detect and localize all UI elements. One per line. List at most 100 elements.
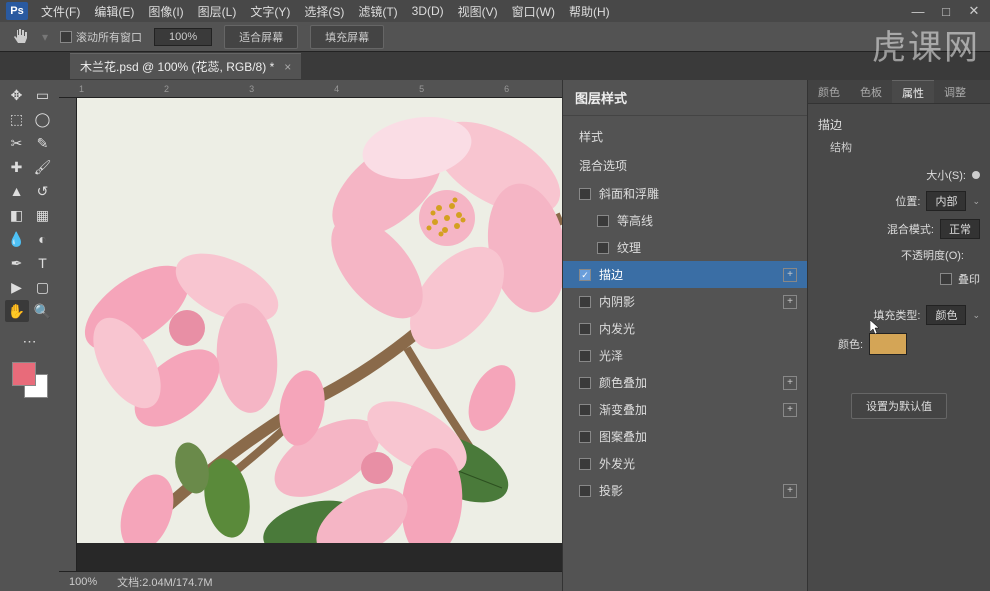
- style-contour[interactable]: 等高线: [563, 207, 807, 234]
- ruler-vertical[interactable]: [59, 98, 77, 571]
- checkbox-icon[interactable]: [597, 242, 609, 254]
- size-slider[interactable]: [972, 171, 980, 179]
- shape-tool[interactable]: ▢: [31, 276, 55, 298]
- pen-tool[interactable]: ✒: [5, 252, 29, 274]
- stroke-color-swatch[interactable]: [869, 333, 907, 355]
- gradient-tool[interactable]: ▦: [31, 204, 55, 226]
- eyedropper-tool[interactable]: ✎: [31, 132, 55, 154]
- style-satin[interactable]: 光泽: [563, 342, 807, 369]
- zoom-tool[interactable]: 🔍: [31, 300, 55, 322]
- menu-help[interactable]: 帮助(H): [562, 1, 617, 22]
- scroll-all-checkbox[interactable]: 滚动所有窗口: [60, 29, 142, 45]
- default-button[interactable]: 设置为默认值: [851, 393, 947, 419]
- styles-header[interactable]: 样式: [563, 122, 807, 151]
- fill-type-row: 填充类型: 颜色 ⌄: [818, 305, 980, 325]
- healing-tool[interactable]: ✚: [5, 156, 29, 178]
- color-row: 颜色:: [818, 333, 980, 355]
- menu-image[interactable]: 图像(I): [141, 1, 190, 22]
- tab-properties[interactable]: 属性: [892, 80, 934, 103]
- canvas[interactable]: [77, 98, 562, 571]
- checkbox-icon[interactable]: [579, 350, 591, 362]
- lasso-tool[interactable]: ◯: [31, 108, 55, 130]
- artboard-tool[interactable]: ▭: [31, 84, 55, 106]
- blend-label: 混合模式:: [887, 221, 934, 237]
- marquee-tool[interactable]: ⬚: [5, 108, 29, 130]
- add-effect-icon[interactable]: +: [783, 268, 797, 282]
- ruler-horizontal[interactable]: 1 2 3 4 5 6: [59, 80, 562, 98]
- dodge-tool[interactable]: ◐: [31, 228, 55, 250]
- add-effect-icon[interactable]: +: [783, 484, 797, 498]
- type-tool[interactable]: T: [31, 252, 55, 274]
- menu-filter[interactable]: 滤镜(T): [351, 1, 404, 22]
- style-outer-glow[interactable]: 外发光: [563, 450, 807, 477]
- style-gradient-overlay[interactable]: 渐变叠加+: [563, 396, 807, 423]
- doc-tab[interactable]: 木兰花.psd @ 100% (花蕊, RGB/8) * ×: [70, 53, 301, 79]
- ruler-tick: 3: [249, 84, 254, 94]
- tab-adjust[interactable]: 调整: [934, 80, 976, 103]
- style-bevel[interactable]: 斜面和浮雕: [563, 180, 807, 207]
- checkbox-icon[interactable]: [597, 215, 609, 227]
- menu-3d[interactable]: 3D(D): [405, 2, 451, 20]
- menu-edit[interactable]: 编辑(E): [87, 1, 141, 22]
- fill-screen-button[interactable]: 填充屏幕: [310, 25, 384, 49]
- status-zoom[interactable]: 100%: [69, 576, 97, 588]
- hand-tool[interactable]: ✋: [5, 300, 29, 322]
- eraser-tool[interactable]: ◧: [5, 204, 29, 226]
- history-brush-tool[interactable]: ↺: [31, 180, 55, 202]
- chevron-down-icon: ⌄: [972, 196, 980, 207]
- checkbox-icon[interactable]: [579, 269, 591, 281]
- add-effect-icon[interactable]: +: [783, 295, 797, 309]
- color-swatches[interactable]: [12, 362, 48, 398]
- blend-dropdown[interactable]: 正常: [940, 219, 980, 239]
- menu-select[interactable]: 选择(S): [297, 1, 351, 22]
- fill-type-dropdown[interactable]: 颜色: [926, 305, 966, 325]
- style-pattern-overlay[interactable]: 图案叠加: [563, 423, 807, 450]
- edit-toolbar[interactable]: ⋯: [18, 330, 42, 352]
- menu-type[interactable]: 文字(Y): [243, 1, 297, 22]
- menu-file[interactable]: 文件(F): [34, 1, 87, 22]
- add-effect-icon[interactable]: +: [783, 403, 797, 417]
- style-inner-shadow[interactable]: 内阴影+: [563, 288, 807, 315]
- path-select-tool[interactable]: ▶: [5, 276, 29, 298]
- document-tabs: 木兰花.psd @ 100% (花蕊, RGB/8) * ×: [0, 52, 990, 80]
- tab-swatches[interactable]: 色板: [850, 80, 892, 103]
- size-label: 大小(S):: [926, 167, 966, 183]
- tab-close-icon[interactable]: ×: [284, 60, 291, 74]
- menu-view[interactable]: 视图(V): [451, 1, 505, 22]
- style-label: 描边: [599, 266, 623, 283]
- style-color-overlay[interactable]: 颜色叠加+: [563, 369, 807, 396]
- add-effect-icon[interactable]: +: [783, 376, 797, 390]
- style-drop-shadow[interactable]: 投影+: [563, 477, 807, 504]
- style-inner-glow[interactable]: 内发光: [563, 315, 807, 342]
- blend-header[interactable]: 混合选项: [563, 151, 807, 180]
- fg-swatch[interactable]: [12, 362, 36, 386]
- checkbox-icon[interactable]: [579, 296, 591, 308]
- tab-color[interactable]: 颜色: [808, 80, 850, 103]
- menu-window[interactable]: 窗口(W): [505, 1, 562, 22]
- minimize-icon[interactable]: —: [908, 4, 928, 18]
- checkbox-icon[interactable]: [579, 431, 591, 443]
- style-stroke[interactable]: 描边 +: [563, 261, 807, 288]
- blur-tool[interactable]: 💧: [5, 228, 29, 250]
- zoom-field[interactable]: 100%: [154, 28, 212, 46]
- move-tool[interactable]: ✥: [5, 84, 29, 106]
- fit-screen-button[interactable]: 适合屏幕: [224, 25, 298, 49]
- style-list: 样式 混合选项 斜面和浮雕 等高线 纹理 描边 + 内阴影+ 内发光 光泽 颜色叠…: [563, 116, 807, 510]
- crop-tool[interactable]: ✂: [5, 132, 29, 154]
- properties-panel: 颜色 色板 属性 调整 描边 结构 大小(S): 位置: 内部 ⌄ 混合模式:: [807, 80, 990, 591]
- checkbox-icon[interactable]: [579, 404, 591, 416]
- checkbox-icon[interactable]: [579, 188, 591, 200]
- menu-layer[interactable]: 图层(L): [191, 1, 244, 22]
- ruler-tick: 5: [419, 84, 424, 94]
- overprint-checkbox[interactable]: [940, 273, 952, 285]
- checkbox-icon[interactable]: [579, 485, 591, 497]
- close-icon[interactable]: ✕: [964, 4, 984, 18]
- brush-tool[interactable]: 🖌: [31, 156, 55, 178]
- stamp-tool[interactable]: ▲: [5, 180, 29, 202]
- style-texture[interactable]: 纹理: [563, 234, 807, 261]
- position-dropdown[interactable]: 内部: [926, 191, 966, 211]
- checkbox-icon[interactable]: [579, 377, 591, 389]
- maximize-icon[interactable]: □: [936, 4, 956, 18]
- checkbox-icon[interactable]: [579, 323, 591, 335]
- checkbox-icon[interactable]: [579, 458, 591, 470]
